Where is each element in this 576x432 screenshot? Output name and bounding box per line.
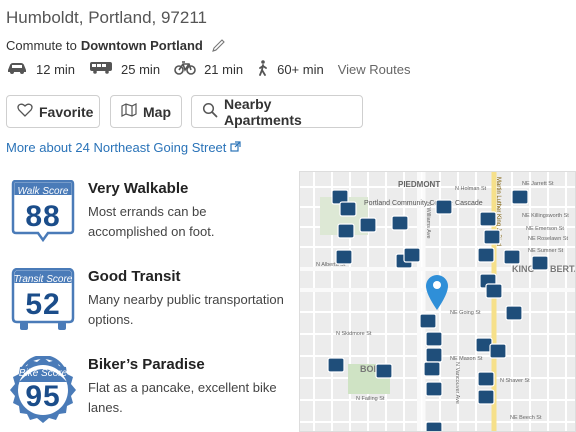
bike-time: 21 min bbox=[204, 61, 244, 77]
walk-score-row: Walk Score 88 Very Walkable Most errands… bbox=[10, 179, 290, 248]
bike-score-badge[interactable]: Bike Score 95 bbox=[10, 355, 76, 424]
map-label: Map bbox=[143, 103, 171, 120]
commute-modes: 12 min 25 min 21 min 60+ min View Routes bbox=[6, 59, 411, 79]
walk-icon bbox=[257, 59, 277, 79]
map-label-killingsworth: NE Killingsworth St bbox=[522, 213, 569, 219]
bike-score-title: Biker’s Paradise bbox=[88, 356, 205, 373]
map-label-emerson: NE Emerson St bbox=[526, 226, 564, 232]
bike-score-value: 95 bbox=[25, 380, 61, 413]
mode-bike[interactable]: 21 min bbox=[174, 60, 244, 78]
nearby-label: Nearby Apartments bbox=[224, 95, 302, 128]
walk-score-label: Walk Score bbox=[17, 186, 69, 197]
more-about-label: More about 24 Northeast Going Street bbox=[6, 140, 227, 155]
map-label-college: Portland Community College Cascade bbox=[364, 200, 483, 207]
map-label-shaver: N Shaver St bbox=[500, 378, 530, 384]
more-about-link[interactable]: More about 24 Northeast Going Street bbox=[6, 140, 242, 155]
map-label-alberta: BERTA bbox=[550, 264, 576, 274]
map-label-beech: NE Beech St bbox=[510, 415, 542, 421]
favorite-label: Favorite bbox=[39, 103, 94, 120]
transit-score-row: Transit Score 52 Good Transit Many nearb… bbox=[10, 267, 290, 336]
commute-destination[interactable]: Downtown Portland bbox=[81, 38, 203, 53]
map-icon bbox=[121, 103, 143, 120]
view-routes-link[interactable]: View Routes bbox=[338, 62, 411, 77]
page-title-cut bbox=[6, 0, 566, 2]
bike-score-row: Bike Score 95 Biker’s Paradise Flat as a… bbox=[10, 355, 290, 424]
walk-score-badge[interactable]: Walk Score 88 bbox=[10, 179, 76, 248]
walk-time: 60+ min bbox=[277, 61, 324, 77]
nearby-apartments-button[interactable]: Nearby Apartments bbox=[191, 95, 363, 128]
location-pin-icon[interactable] bbox=[426, 275, 448, 310]
walk-score-description: Most errands can be accomplished on foot… bbox=[88, 204, 215, 239]
map-label-holman: N Holman St bbox=[455, 186, 487, 192]
walk-score-title: Very Walkable bbox=[88, 180, 189, 197]
car-time: 12 min bbox=[36, 61, 76, 77]
commute-prefix: Commute to bbox=[6, 38, 77, 53]
map-label-going: NE Going St bbox=[450, 310, 481, 316]
favorite-button[interactable]: Favorite bbox=[6, 95, 100, 128]
transit-score-value: 52 bbox=[25, 288, 61, 321]
bus-icon bbox=[89, 61, 121, 77]
transit-score-description: Many nearby public transportation option… bbox=[88, 292, 284, 327]
neighborhood-map[interactable]: PIEDMONT Portland Community College Casc… bbox=[299, 171, 576, 432]
map-label-vancouver: N Vancouver Ave bbox=[454, 362, 460, 404]
mode-car[interactable]: 12 min bbox=[6, 62, 75, 77]
bike-score-description: Flat as a pancake, excellent bike lanes. bbox=[88, 380, 277, 415]
walk-score-value: 88 bbox=[25, 200, 61, 233]
bike-icon bbox=[174, 60, 204, 78]
edit-pencil-icon[interactable] bbox=[211, 38, 227, 53]
transit-score-title: Good Transit bbox=[88, 268, 181, 285]
transit-score-label: Transit Score bbox=[13, 274, 73, 285]
map-canvas: PIEDMONT Portland Community College Casc… bbox=[300, 172, 576, 431]
map-label-roselawn: NE Roselawn St bbox=[528, 236, 569, 242]
external-link-icon bbox=[230, 140, 242, 155]
search-icon bbox=[202, 102, 224, 121]
transit-score-badge[interactable]: Transit Score 52 bbox=[10, 267, 76, 336]
mode-bus[interactable]: 25 min bbox=[89, 61, 160, 77]
map-label-piedmont: PIEDMONT bbox=[398, 180, 440, 189]
car-icon bbox=[6, 62, 36, 77]
heart-icon bbox=[17, 103, 39, 120]
commute-line: Commute to Downtown Portland bbox=[6, 38, 227, 53]
map-label-failing: N Failing St bbox=[356, 396, 385, 402]
mode-walk[interactable]: 60+ min bbox=[257, 59, 324, 79]
bus-time: 25 min bbox=[121, 61, 161, 77]
bike-score-label: Bike Score bbox=[18, 368, 68, 379]
map-label-skidmore: N Skidmore St bbox=[336, 331, 372, 337]
map-label-sumner: NE Sumner St bbox=[528, 248, 564, 254]
map-button[interactable]: Map bbox=[110, 95, 182, 128]
map-label-king: KING bbox=[512, 264, 535, 274]
map-label-jarrett: NE Jarrett St bbox=[522, 181, 554, 187]
map-label-williams: N Williams Ave bbox=[425, 202, 431, 239]
address-line: Humboldt, Portland, 97211 bbox=[6, 8, 207, 27]
